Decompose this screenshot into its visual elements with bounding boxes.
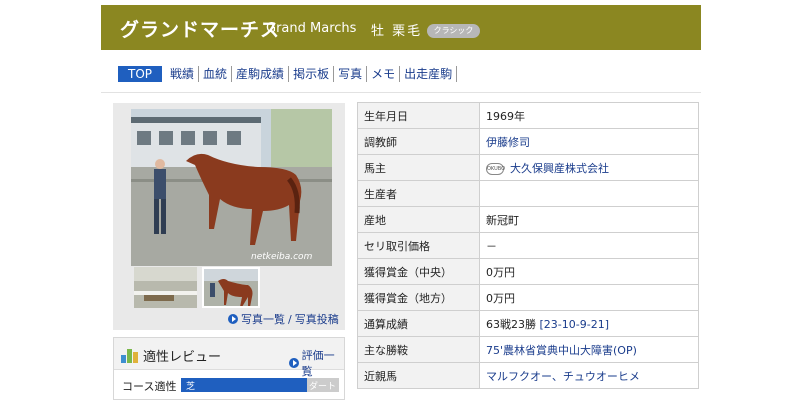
- table-row: 近親馬 マルフクオー、チュウオーヒメ: [357, 362, 699, 389]
- owner-silks-icon: OKUBO: [486, 162, 505, 175]
- review-list-label: 評価一覧: [301, 349, 335, 378]
- table-row: 生産者: [357, 180, 699, 207]
- arrow-circle-icon: [289, 358, 299, 368]
- major-win-link[interactable]: 75'農林省賞典中山大障害(OP): [479, 336, 699, 363]
- row-key: 主な勝鞍: [357, 336, 480, 363]
- photo-links: 写真一覧 / 写真投稿: [228, 311, 339, 327]
- career-record-link[interactable]: [23-10-9-21]: [540, 318, 609, 331]
- course-aptitude-label: コース適性: [122, 380, 177, 393]
- row-key: 通算成績: [357, 310, 480, 337]
- row-key: 獲得賞金（中央）: [357, 258, 480, 285]
- table-row: 馬主 OKUBO 大久保興産株式会社: [357, 154, 699, 181]
- row-key: 産地: [357, 206, 480, 233]
- trainer-link[interactable]: 伊藤修司: [479, 128, 699, 155]
- table-row: 産地 新冠町: [357, 206, 699, 233]
- row-key: 獲得賞金（地方）: [357, 284, 480, 311]
- table-row: 獲得賞金（中央） 0万円: [357, 258, 699, 285]
- table-row: 主な勝鞍 75'農林省賞典中山大障害(OP): [357, 336, 699, 363]
- aptitude-review-panel: 適性レビュー 評価一覧 コース適性 芝 ダート: [113, 337, 345, 400]
- row-key: 馬主: [357, 154, 480, 181]
- class-badge: クラシック: [427, 24, 480, 38]
- owner-link[interactable]: 大久保興産株式会社: [510, 162, 609, 175]
- earnings-local: 0万円: [479, 284, 699, 311]
- tab-racing-progeny[interactable]: 出走産駒: [400, 66, 458, 82]
- horse-main-photo[interactable]: netkeiba.com: [131, 109, 332, 266]
- tab-bbs[interactable]: 掲示板: [289, 66, 335, 82]
- table-row: セリ取引価格 －: [357, 232, 699, 259]
- career-record-summary: 63戦23勝: [486, 317, 536, 331]
- row-key: 生産者: [357, 180, 480, 207]
- photo-thumbnail-2[interactable]: [202, 267, 260, 308]
- earnings-central: 0万円: [479, 258, 699, 285]
- course-aptitude-bar: 芝 ダート: [181, 378, 339, 392]
- horse-sex-color: 牡 栗毛: [371, 24, 423, 39]
- birthplace: 新冠町: [479, 206, 699, 233]
- tab-memo[interactable]: メモ: [367, 66, 401, 82]
- horse-name: グランドマーチス: [120, 19, 281, 41]
- relatives-link[interactable]: マルフクオー、チュウオーヒメ: [479, 362, 699, 389]
- photo-watermark: netkeiba.com: [251, 252, 313, 262]
- horse-name-english: Grand Marchs: [266, 21, 357, 36]
- table-row: 生年月日 1969年: [357, 102, 699, 129]
- course-aptitude-fill: [181, 378, 308, 392]
- review-list-link[interactable]: 評価一覧: [289, 347, 344, 379]
- row-key: 生年月日: [357, 102, 480, 129]
- horse-nav: TOP 戦績 血統 産駒成績 掲示板 写真 メモ 出走産駒: [101, 50, 701, 95]
- horse-page: グランドマーチス Grand Marchs 牡 栗毛 クラシック TOP 戦績 …: [101, 0, 701, 400]
- tab-pedigree[interactable]: 血統: [199, 66, 233, 82]
- row-key: 調教師: [357, 128, 480, 155]
- row-key: セリ取引価格: [357, 232, 480, 259]
- horse-profile-table: 生年月日 1969年 調教師 伊藤修司 馬主 OKUBO 大久保興産株式会社 生産…: [357, 102, 699, 389]
- photo-list-link[interactable]: 写真一覧: [241, 311, 285, 327]
- career-record: 63戦23勝 [23-10-9-21]: [479, 310, 699, 337]
- tab-photos[interactable]: 写真: [334, 66, 368, 82]
- tab-progeny-results[interactable]: 産駒成績: [232, 66, 290, 82]
- table-row: 調教師 伊藤修司: [357, 128, 699, 155]
- review-title: 適性レビュー: [143, 350, 222, 365]
- review-header: 適性レビュー 評価一覧: [114, 338, 344, 378]
- breeder: [479, 180, 699, 207]
- turf-label: 芝: [186, 382, 196, 392]
- tab-results[interactable]: 戦績: [166, 66, 200, 82]
- auction-price: －: [479, 232, 699, 259]
- photo-thumbnail-1[interactable]: [134, 267, 197, 308]
- nav-divider: [101, 92, 701, 93]
- tab-top[interactable]: TOP: [118, 66, 163, 82]
- birth-date: 1969年: [479, 102, 699, 129]
- photo-post-link[interactable]: 写真投稿: [295, 311, 339, 327]
- owner-cell: OKUBO 大久保興産株式会社: [479, 154, 699, 181]
- row-key: 近親馬: [357, 362, 480, 389]
- table-row: 獲得賞金（地方） 0万円: [357, 284, 699, 311]
- horse-header: グランドマーチス Grand Marchs 牡 栗毛 クラシック: [101, 5, 701, 50]
- dirt-label: ダート: [308, 382, 336, 392]
- arrow-circle-icon: [228, 314, 238, 324]
- link-separator: /: [288, 312, 292, 326]
- photo-panel: netkeiba.com 写真一覧 / 写真投稿: [113, 103, 345, 330]
- bar-chart-icon: [121, 349, 138, 363]
- nav-tabs: TOP 戦績 血統 産駒成績 掲示板 写真 メモ 出走産駒: [118, 66, 458, 82]
- table-row: 通算成績 63戦23勝 [23-10-9-21]: [357, 310, 699, 337]
